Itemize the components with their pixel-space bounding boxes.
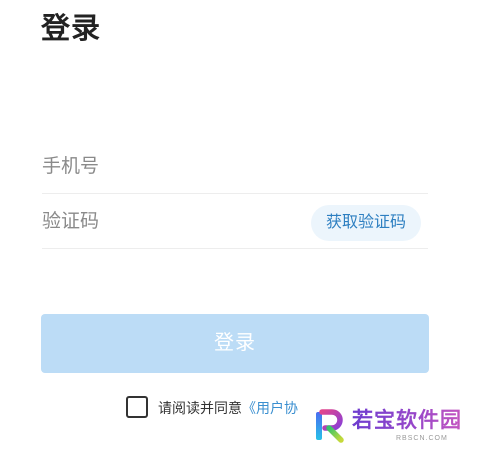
agreement-prefix: 请阅读并同意 bbox=[158, 400, 242, 416]
watermark-brand: 若宝软件园 bbox=[352, 409, 462, 432]
get-code-button[interactable]: 获取验证码 bbox=[311, 205, 421, 241]
watermark-domain: RBSCN.COM bbox=[396, 435, 448, 442]
verification-code-input[interactable] bbox=[42, 202, 302, 242]
r-logo-icon bbox=[316, 409, 344, 443]
watermark: 若宝软件园 RBSCN.COM bbox=[308, 404, 488, 448]
phone-field[interactable] bbox=[42, 147, 428, 187]
agreement-checkbox[interactable] bbox=[126, 396, 148, 418]
code-divider bbox=[42, 248, 428, 249]
login-button[interactable]: 登录 bbox=[41, 314, 429, 373]
agreement-text: 请阅读并同意《用户协 bbox=[158, 398, 298, 418]
page-title: 登录 bbox=[41, 13, 102, 45]
user-agreement-link[interactable]: 《用户协 bbox=[242, 400, 298, 416]
phone-divider bbox=[42, 193, 428, 194]
phone-input[interactable] bbox=[42, 147, 302, 187]
